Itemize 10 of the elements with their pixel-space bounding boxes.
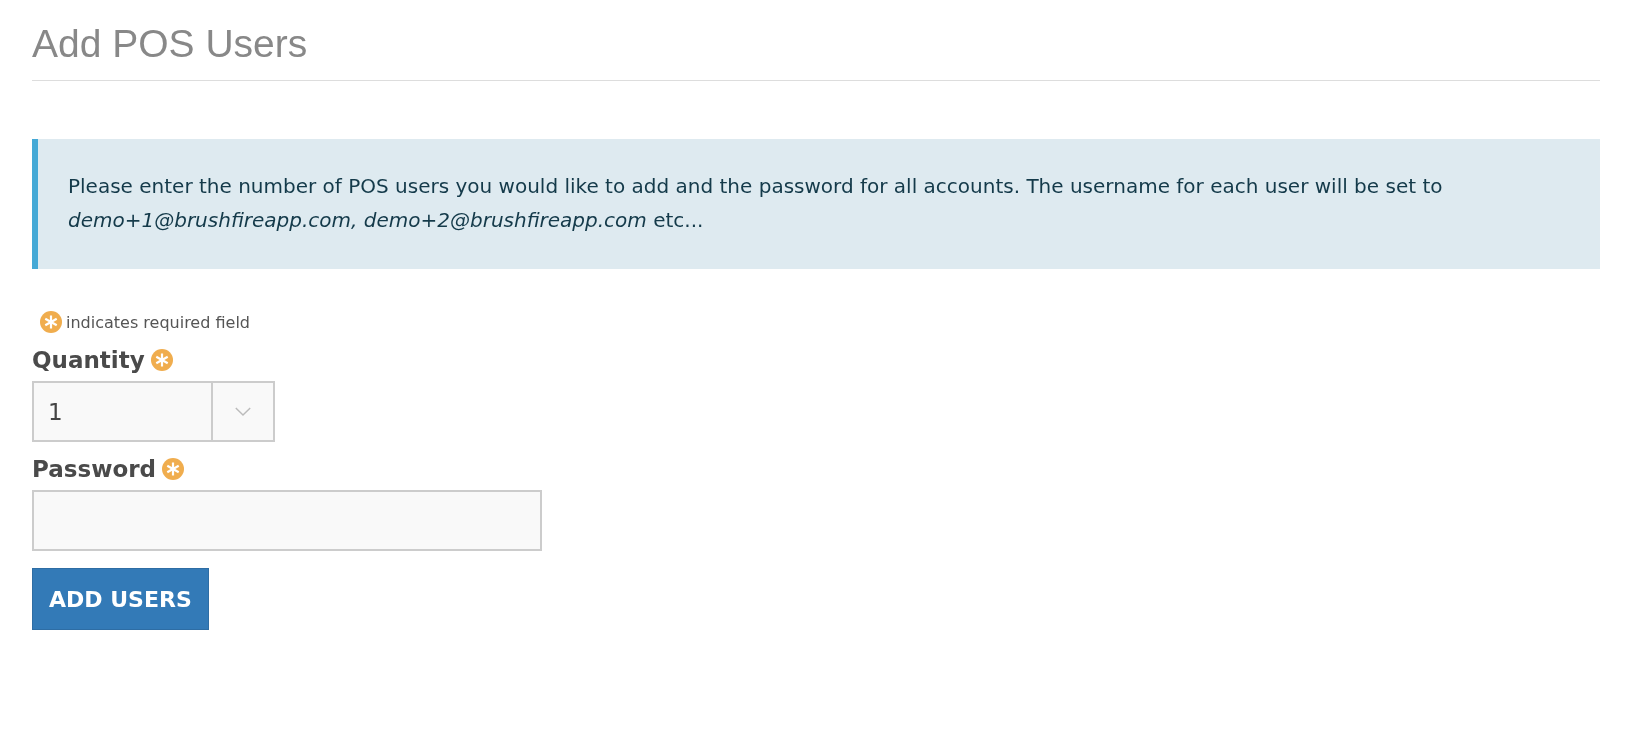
- page-title: Add POS Users: [32, 22, 1600, 81]
- asterisk-icon: [40, 311, 62, 333]
- required-note: indicates required field: [66, 312, 250, 332]
- password-field[interactable]: [32, 490, 542, 551]
- chevron-down-icon: [234, 406, 252, 417]
- add-users-button[interactable]: ADD USERS: [32, 568, 209, 630]
- field-label: Password: [32, 456, 156, 482]
- quantity-select[interactable]: 1: [32, 381, 275, 442]
- notice-text: Please enter the number of POS users you would like to add and the password for all accounts. The username for each user will be set to demo+1@brushfireapp.com, demo+2@brushfireapp.com etc...: [68, 173, 1444, 234]
- field-label: Quantity: [32, 347, 145, 373]
